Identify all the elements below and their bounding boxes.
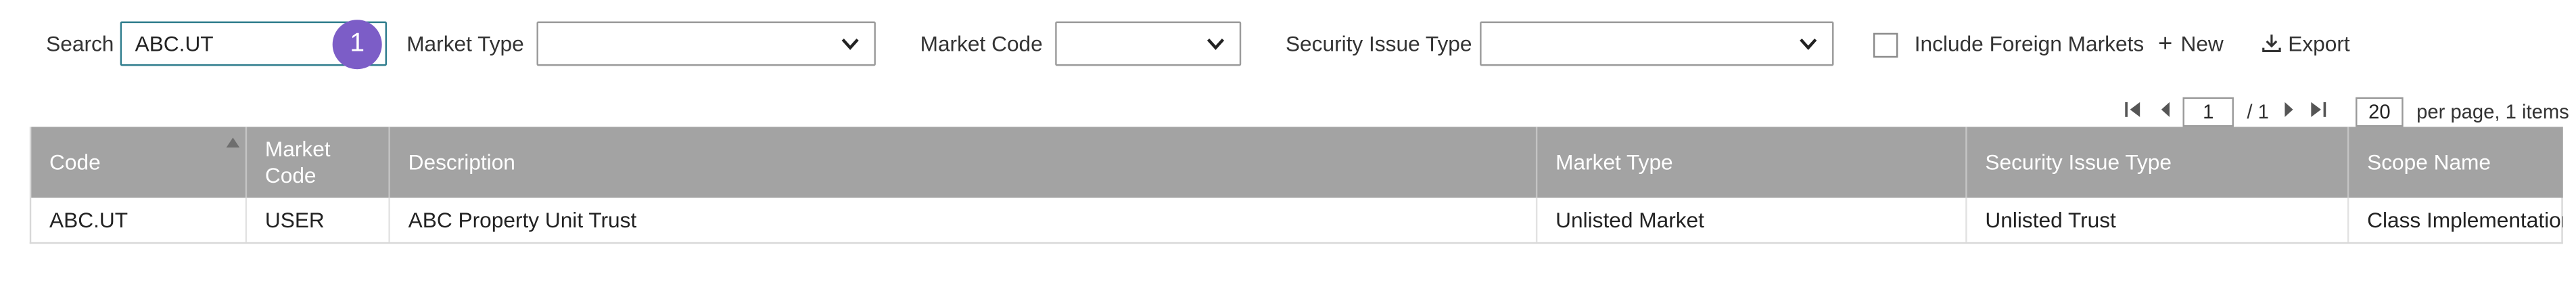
new-button-label: New xyxy=(2180,31,2224,56)
result-count-badge: 1 xyxy=(332,20,382,70)
column-header-label: Market Type xyxy=(1555,150,1673,175)
column-header-label: Scope Name xyxy=(2367,150,2491,175)
cell-description: ABC Property Unit Trust xyxy=(390,198,1538,242)
column-header-security-issue-type[interactable]: Security Issue Type xyxy=(1967,127,2349,198)
market-code-browser: Search ABC.UT 1 Market Type Market Code … xyxy=(0,0,2576,288)
column-header-code[interactable]: Code xyxy=(31,127,248,198)
search-label: Search xyxy=(46,31,114,56)
search-input-value: ABC.UT xyxy=(135,31,214,56)
cell-text: ABC Property Unit Trust xyxy=(408,207,637,233)
column-header-label: Market Code xyxy=(264,137,331,188)
market-type-label: Market Type xyxy=(406,31,524,56)
column-header-market-type[interactable]: Market Type xyxy=(1537,127,1967,198)
export-button-label: Export xyxy=(2288,31,2350,56)
market-type-select[interactable] xyxy=(536,21,876,66)
cell-text: ABC.UT xyxy=(49,207,128,233)
sort-up-icon xyxy=(226,137,240,148)
column-header-description[interactable]: Description xyxy=(390,127,1538,198)
include-foreign-markets-label: Include Foreign Markets xyxy=(1914,31,2145,56)
cell-code: ABC.UT xyxy=(31,198,248,242)
column-header-label: Code xyxy=(49,150,101,175)
column-header-market-code[interactable]: Market Code xyxy=(247,127,390,198)
cell-text: Class Implementation xyxy=(2367,207,2563,233)
download-icon xyxy=(2262,35,2281,53)
results-table: Code Market Code Description Market Type… xyxy=(29,127,2563,244)
cell-market-type: Unlisted Market xyxy=(1537,198,1967,242)
pager-summary-text: per page, 1 items xyxy=(2416,100,2569,124)
prev-page-icon[interactable] xyxy=(2158,100,2173,118)
cell-text: Unlisted Market xyxy=(1555,207,1704,233)
market-code-select[interactable] xyxy=(1055,21,1242,66)
chevron-down-icon xyxy=(1800,38,1817,50)
security-issue-type-label: Security Issue Type xyxy=(1285,31,1472,56)
per-page-input[interactable]: 20 xyxy=(2356,97,2404,127)
cell-security-issue-type: Unlisted Trust xyxy=(1967,198,2349,242)
last-page-icon[interactable] xyxy=(2310,100,2328,118)
column-header-label: Security Issue Type xyxy=(1985,150,2172,175)
include-foreign-markets-checkbox[interactable] xyxy=(1873,32,1898,58)
market-code-label: Market Code xyxy=(920,31,1043,56)
chevron-down-icon xyxy=(841,38,859,50)
cell-text: Unlisted Trust xyxy=(1985,207,2116,233)
page-number-input[interactable]: 1 xyxy=(2182,97,2234,127)
security-issue-type-select[interactable] xyxy=(1480,21,1834,66)
first-page-icon[interactable] xyxy=(2124,100,2142,118)
column-header-scope-name[interactable]: Scope Name xyxy=(2349,127,2563,198)
cell-text: USER xyxy=(264,207,325,233)
column-header-label: Description xyxy=(408,150,515,175)
cell-scope-name: Class Implementation xyxy=(2349,198,2563,242)
chevron-down-icon xyxy=(1207,38,1225,50)
cell-market-code: USER xyxy=(247,198,390,242)
next-page-icon[interactable] xyxy=(2282,100,2297,118)
total-pages-text: / 1 xyxy=(2247,100,2269,124)
new-button[interactable]: + New xyxy=(2158,30,2224,58)
plus-icon: + xyxy=(2157,29,2173,58)
export-button[interactable]: Export xyxy=(2262,31,2350,56)
